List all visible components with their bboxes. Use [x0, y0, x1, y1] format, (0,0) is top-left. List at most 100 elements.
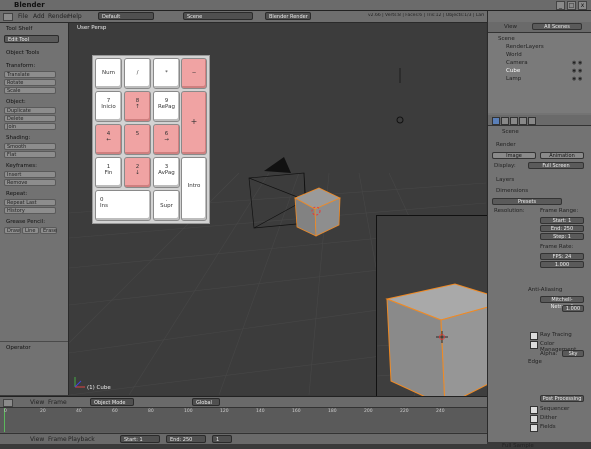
operator-panel-header[interactable]: Operator	[6, 345, 31, 351]
menu-render[interactable]: Render	[48, 13, 69, 20]
dither-checkbox[interactable]	[530, 415, 538, 423]
ray-tracing-checkbox[interactable]	[530, 332, 538, 340]
full-sample-label[interactable]: Full Sample	[502, 443, 534, 449]
mode-selector[interactable]: Object Mode	[90, 398, 134, 406]
ruler-tick: 60	[112, 409, 118, 414]
scene-tab-icon[interactable]	[501, 117, 509, 125]
sequencer-checkbox[interactable]	[530, 406, 538, 414]
remove-keyframe-button[interactable]: Remove	[4, 179, 56, 186]
fps-selector[interactable]: FPS: 24	[540, 253, 584, 260]
numpad-key-intro: Intro	[181, 157, 207, 221]
render-animation-button[interactable]: Animation	[540, 152, 584, 159]
key-sublabel: Supr	[160, 203, 173, 209]
timeline-ruler[interactable]: 0 20 40 60 80 100 120 140 160 180 200 22…	[0, 408, 487, 432]
numpad-key-0: 0 Ins	[95, 190, 151, 221]
history-button[interactable]: History	[4, 207, 56, 214]
numpad-key-slash: /	[124, 58, 151, 89]
fields-checkbox[interactable]	[530, 424, 538, 432]
edge-label[interactable]: Edge	[528, 359, 542, 365]
key-sublabel: Fin	[104, 170, 113, 176]
timeline[interactable]: View Frame Object Mode Global 0 20 40 60…	[0, 396, 487, 444]
key-sublabel: ↑	[135, 104, 140, 110]
toolshelf-mode-field[interactable]: Edit Tool	[4, 35, 59, 43]
delete-button[interactable]: Delete	[4, 115, 56, 122]
time-stretch-field[interactable]: 1.000	[540, 261, 584, 268]
frame-step-field[interactable]: Step: 1	[540, 233, 584, 240]
eye-icon[interactable]: ◉ ◉	[572, 60, 582, 66]
alpha-label: Alpha:	[540, 351, 558, 357]
render-tab-icon[interactable]	[492, 117, 500, 125]
duplicate-button[interactable]: Duplicate	[4, 107, 56, 114]
translate-button[interactable]: Translate	[4, 71, 56, 78]
maximize-button[interactable]: □	[567, 1, 576, 10]
join-button[interactable]: Join	[4, 123, 56, 130]
editor-type-icon[interactable]	[3, 399, 13, 407]
menu-file[interactable]: File	[18, 13, 28, 20]
timeline-menu-frame[interactable]: Frame	[48, 399, 67, 406]
outliner-view-menu[interactable]: View	[504, 24, 517, 30]
scene-selector[interactable]: Scene	[183, 12, 253, 20]
ruler-tick: 200	[364, 409, 373, 414]
render-engine-selector[interactable]: Blender Render	[265, 12, 311, 20]
color-management-checkbox[interactable]	[530, 341, 538, 349]
outliner-item-lamp[interactable]: Lamp	[506, 76, 521, 82]
start-frame-field[interactable]: Start: 1	[540, 217, 584, 224]
grease-draw-button[interactable]: Draw	[4, 227, 21, 234]
toolshelf-header[interactable]: Tool Shelf	[6, 26, 32, 32]
rotate-button[interactable]: Rotate	[4, 79, 56, 86]
grease-erase-button[interactable]: Erase	[40, 227, 57, 234]
minimize-button[interactable]: _	[556, 1, 565, 10]
grease-line-button[interactable]: Line	[22, 227, 39, 234]
outliner-item-scene[interactable]: Scene	[498, 36, 515, 42]
object-heading: Object:	[6, 99, 26, 105]
anti-aliasing-header[interactable]: Anti-Aliasing	[528, 287, 562, 293]
ruler-tick: 80	[148, 409, 154, 414]
aa-filter-selector[interactable]: Mitchell-Netravali	[540, 296, 584, 310]
ray-tracing-label: Ray Tracing	[540, 332, 572, 338]
flat-button[interactable]: Flat	[4, 151, 56, 158]
numpad-key-plus: +	[181, 91, 207, 155]
object-tools-panel-header[interactable]: Object Tools	[6, 50, 39, 56]
cube-object	[294, 187, 341, 237]
close-button[interactable]: x	[578, 1, 587, 10]
scale-button[interactable]: Scale	[4, 87, 56, 94]
layers-panel-header[interactable]: Layers	[496, 177, 514, 183]
repeat-last-button[interactable]: Repeat Last	[4, 199, 56, 206]
insert-keyframe-button[interactable]: Insert	[4, 171, 56, 178]
post-processing-field[interactable]: Post Processing	[540, 395, 584, 402]
scene-stats: v2.66 | Verts:8 | Faces:6 | Tris:12 | Ob…	[368, 13, 484, 18]
outliner-item-cube[interactable]: Cube	[506, 68, 520, 74]
display-selector[interactable]: Full Screen	[528, 162, 584, 169]
render-panel-header[interactable]: Render	[496, 142, 516, 148]
transform-orientation-selector[interactable]: Global	[192, 398, 220, 406]
render-image-button[interactable]: Image	[492, 152, 536, 159]
key-label: /	[136, 70, 139, 76]
numpad-key-1: 1 Fin	[95, 157, 122, 188]
timeline-menu-view[interactable]: View	[30, 399, 44, 406]
smooth-button[interactable]: Smooth	[4, 143, 56, 150]
menu-help[interactable]: Help	[68, 13, 82, 20]
repeat-heading: Repeat:	[6, 191, 28, 197]
outliner-display-mode[interactable]: All Scenes	[532, 23, 582, 30]
outliner-item-world[interactable]: World	[506, 52, 522, 58]
numpad-overlay: Num / * − 7 Inicio 8 ↑ 9 RePag + 4 ← 5 6…	[92, 55, 210, 224]
aa-size-field[interactable]: 1.000	[562, 305, 584, 312]
alpha-selector[interactable]: Sky	[562, 350, 584, 357]
display-label: Display:	[494, 163, 516, 169]
screen-selector[interactable]: Default	[98, 12, 154, 20]
end-frame-field[interactable]: End: 250	[540, 225, 584, 232]
outliner-item-camera[interactable]: Camera	[506, 60, 528, 66]
editor-type-icon[interactable]	[3, 13, 13, 21]
numpad-key-4: 4 ←	[95, 124, 122, 155]
eye-icon[interactable]: ◉ ◉	[572, 68, 582, 74]
key-sublabel: Ins	[100, 203, 108, 209]
world-tab-icon[interactable]	[510, 117, 518, 125]
eye-icon[interactable]: ◉ ◉	[572, 76, 582, 82]
outliner-item-renderlayers[interactable]: RenderLayers	[506, 44, 544, 50]
presets-selector[interactable]: Presets	[492, 198, 562, 205]
material-tab-icon[interactable]	[528, 117, 536, 125]
object-tab-icon[interactable]	[519, 117, 527, 125]
title-bar: Blender _ □ x	[0, 0, 591, 11]
menu-add[interactable]: Add	[33, 13, 45, 20]
dimensions-panel-header[interactable]: Dimensions	[496, 188, 528, 194]
